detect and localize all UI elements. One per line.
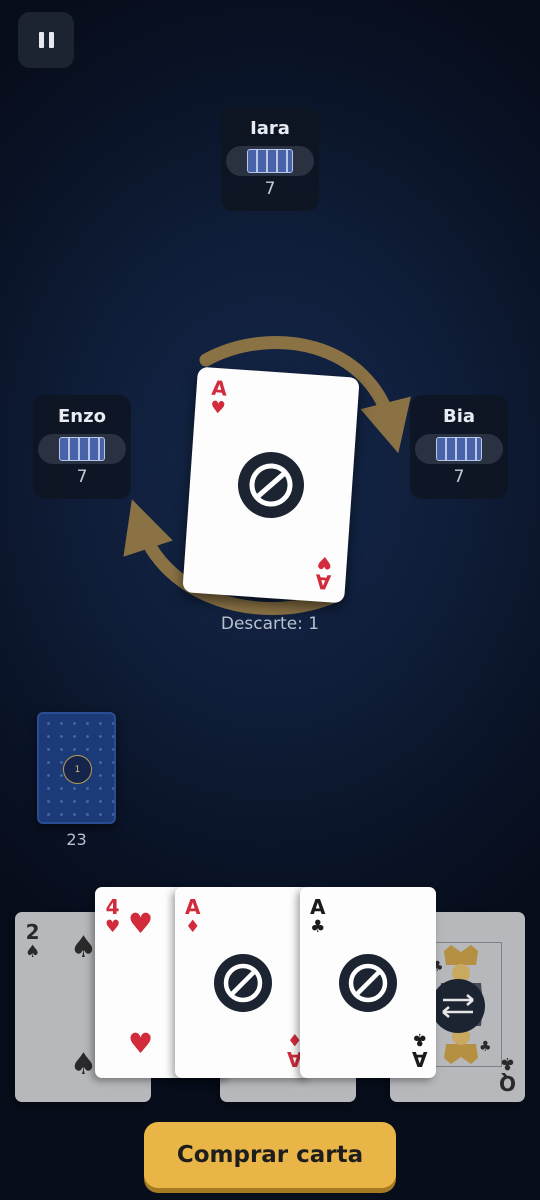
draw-card-button[interactable]: Comprar carta [144,1122,396,1188]
opponent-hand [226,146,314,176]
deck-count: 23 [66,830,87,849]
opponent-name: Iara [250,118,290,139]
hand-card-ace-clubs[interactable]: A ♣ A ♣ [300,887,436,1078]
hand-card-ace-diamonds[interactable]: A ♦ A ♦ [175,887,311,1078]
heart-pip-icon: ♥ [128,907,154,940]
opponent-hand [415,434,503,464]
opponent-top: Iara 7 [221,107,319,211]
club-suit-icon: ♣ [499,1053,516,1073]
card-stack-icon [436,437,482,461]
discard-count-label: Descarte: 1 [220,614,320,634]
reverse-icon [431,979,485,1033]
heart-pip-icon: ♥ [128,1027,154,1060]
opponent-right: Bia 7 [410,395,508,499]
skip-icon [214,954,272,1012]
opponent-hand [38,434,126,464]
opponent-card-count: 7 [76,467,88,487]
card-rank: 2 [25,920,40,944]
heart-suit-icon: ♥ [209,397,227,419]
opponent-card-count: 7 [264,179,276,199]
skip-icon [238,452,304,518]
opponent-card-count: 7 [453,467,465,487]
spade-suit-icon: ♠ [25,942,41,962]
skip-icon [339,954,397,1012]
club-suit-icon: ♣ [310,917,326,937]
opponent-name: Enzo [58,406,106,427]
card-rank: A [210,375,228,401]
heart-suit-icon: ♥ [105,917,121,937]
card-stack-icon [59,437,105,461]
deck-badge: 1 [63,755,92,784]
spade-pip-icon: ♠ [70,930,97,965]
draw-deck[interactable]: 1 [37,712,116,824]
diamond-suit-icon: ♦ [185,917,201,937]
opponent-left: Enzo 7 [33,395,131,499]
card-rank: A [310,895,326,919]
opponent-name: Bia [442,406,476,427]
spade-pip-icon: ♠ [70,1047,97,1082]
card-stack-icon [247,149,293,173]
card-rank: Q [498,1071,516,1095]
card-rank: A [185,895,201,919]
card-rank: 4 [105,895,120,919]
discard-pile-card: A ♥ A ♥ [182,366,360,604]
svg-text:♣: ♣ [479,1039,492,1055]
